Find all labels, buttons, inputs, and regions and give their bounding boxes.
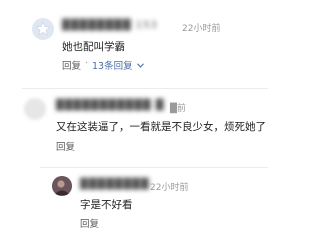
reply-button[interactable]: 回复 [80,216,99,230]
avatar[interactable] [52,176,72,196]
chevron-down-icon [136,63,144,68]
comment-time: █前 [170,104,186,114]
username[interactable]: ████████ 153 [62,20,158,31]
comment-time: 22小时前 [182,24,221,34]
star-avatar-icon [32,18,54,40]
reply-button[interactable]: 回复 [56,139,75,153]
divider [22,88,268,89]
comment-text: 她也配叫学霸 [62,41,125,53]
profile-photo-icon [52,176,72,196]
reply-button[interactable]: 回复 [62,58,81,72]
avatar[interactable] [24,98,46,120]
comment-time: 22小时前 [150,183,189,193]
avatar[interactable] [32,18,54,40]
comment-text: 又在这装逼了，一看就是不良少女，烦死她了 [56,121,266,133]
divider [40,167,268,168]
comment-text: 字是不好看 [80,199,133,211]
username[interactable]: ████████ [80,179,150,190]
separator-dot: · [85,58,89,69]
username[interactable]: ███████████ █ [56,100,164,111]
view-replies-label: 13条回复 [92,61,133,72]
view-replies-link[interactable]: 13条回复 [92,58,144,72]
